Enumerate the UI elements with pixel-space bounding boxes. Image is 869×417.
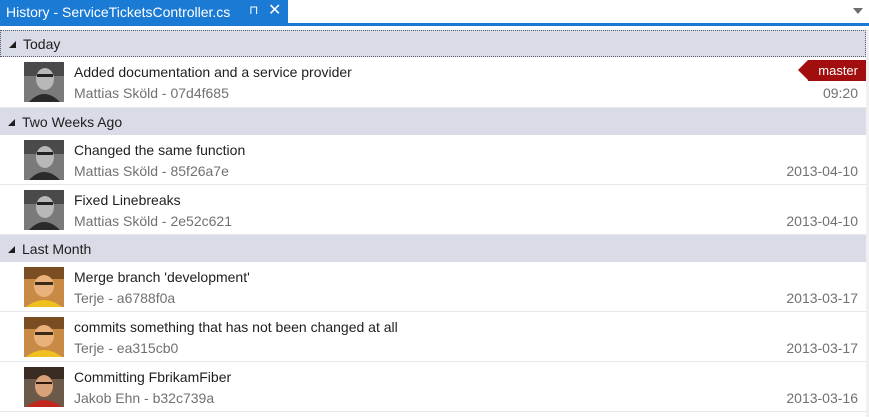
avatar	[24, 317, 64, 357]
group-label: Last Month	[22, 240, 92, 257]
commit-date: 2013-03-16	[786, 390, 858, 406]
group-header-two-weeks-ago[interactable]: Two Weeks Ago	[0, 108, 866, 135]
group-label: Today	[23, 35, 61, 52]
collapse-arrow-icon[interactable]	[8, 119, 15, 126]
document-tabstrip: History - ServiceTicketsController.cs ⊓ …	[0, 0, 869, 26]
commit-message: Committing FbrikamFiber	[74, 369, 232, 385]
close-icon[interactable]: ✕	[268, 1, 281, 21]
tab-history[interactable]: History - ServiceTicketsController.cs ⊓ …	[0, 0, 288, 23]
commit-row[interactable]: commits something that has not been chan…	[0, 312, 866, 362]
commit-date: 2013-03-17	[786, 290, 858, 306]
group-header-today[interactable]: Today	[0, 30, 866, 57]
commit-author-hash: Terje - a6788f0a	[74, 290, 176, 306]
collapse-arrow-icon[interactable]	[9, 41, 16, 48]
commit-message: commits something that has not been chan…	[74, 319, 398, 335]
commit-author-hash: Mattias Sköld - 07d4f685	[74, 85, 229, 101]
avatar	[24, 62, 64, 102]
commit-date: 2013-03-17	[786, 340, 858, 356]
commit-date: 09:20	[822, 85, 858, 101]
commit-author-hash: Jakob Ehn - b32c739a	[74, 390, 215, 406]
commit-message: Added documentation and a service provid…	[74, 64, 352, 80]
avatar	[24, 367, 64, 407]
commit-message: Changed the same function	[74, 142, 246, 158]
commit-date: 2013-04-10	[786, 163, 858, 179]
commit-row[interactable]: Fixed Linebreaks Mattias Sköld - 2e52c62…	[0, 185, 866, 235]
avatar	[24, 140, 64, 180]
chevron-down-icon[interactable]	[853, 8, 863, 14]
group-label: Two Weeks Ago	[22, 113, 123, 130]
commit-author-hash: Mattias Sköld - 2e52c621	[74, 213, 232, 229]
commit-author-hash: Terje - ea315cb0	[74, 340, 179, 356]
commit-author-hash: Mattias Sköld - 85f26a7e	[74, 163, 229, 179]
branch-tag: master	[798, 60, 866, 81]
avatar	[24, 190, 64, 230]
commit-date: 2013-04-10	[786, 213, 858, 229]
commit-row[interactable]: Committing FbrikamFiber Jakob Ehn - b32c…	[0, 362, 866, 412]
group-header-last-month[interactable]: Last Month	[0, 235, 866, 262]
avatar	[24, 267, 64, 307]
tab-title: History - ServiceTicketsController.cs	[6, 3, 231, 20]
pin-icon[interactable]: ⊓	[249, 3, 258, 17]
commit-row[interactable]: Changed the same function Mattias Sköld …	[0, 135, 866, 185]
commit-message: Fixed Linebreaks	[74, 192, 181, 208]
commit-row[interactable]: Added documentation and a service provid…	[0, 57, 866, 108]
collapse-arrow-icon[interactable]	[8, 246, 15, 253]
commit-row[interactable]: Merge branch 'development' Terje - a6788…	[0, 262, 866, 312]
commit-message: Merge branch 'development'	[74, 269, 250, 285]
history-list: Today Added documentation and a service …	[0, 30, 866, 412]
